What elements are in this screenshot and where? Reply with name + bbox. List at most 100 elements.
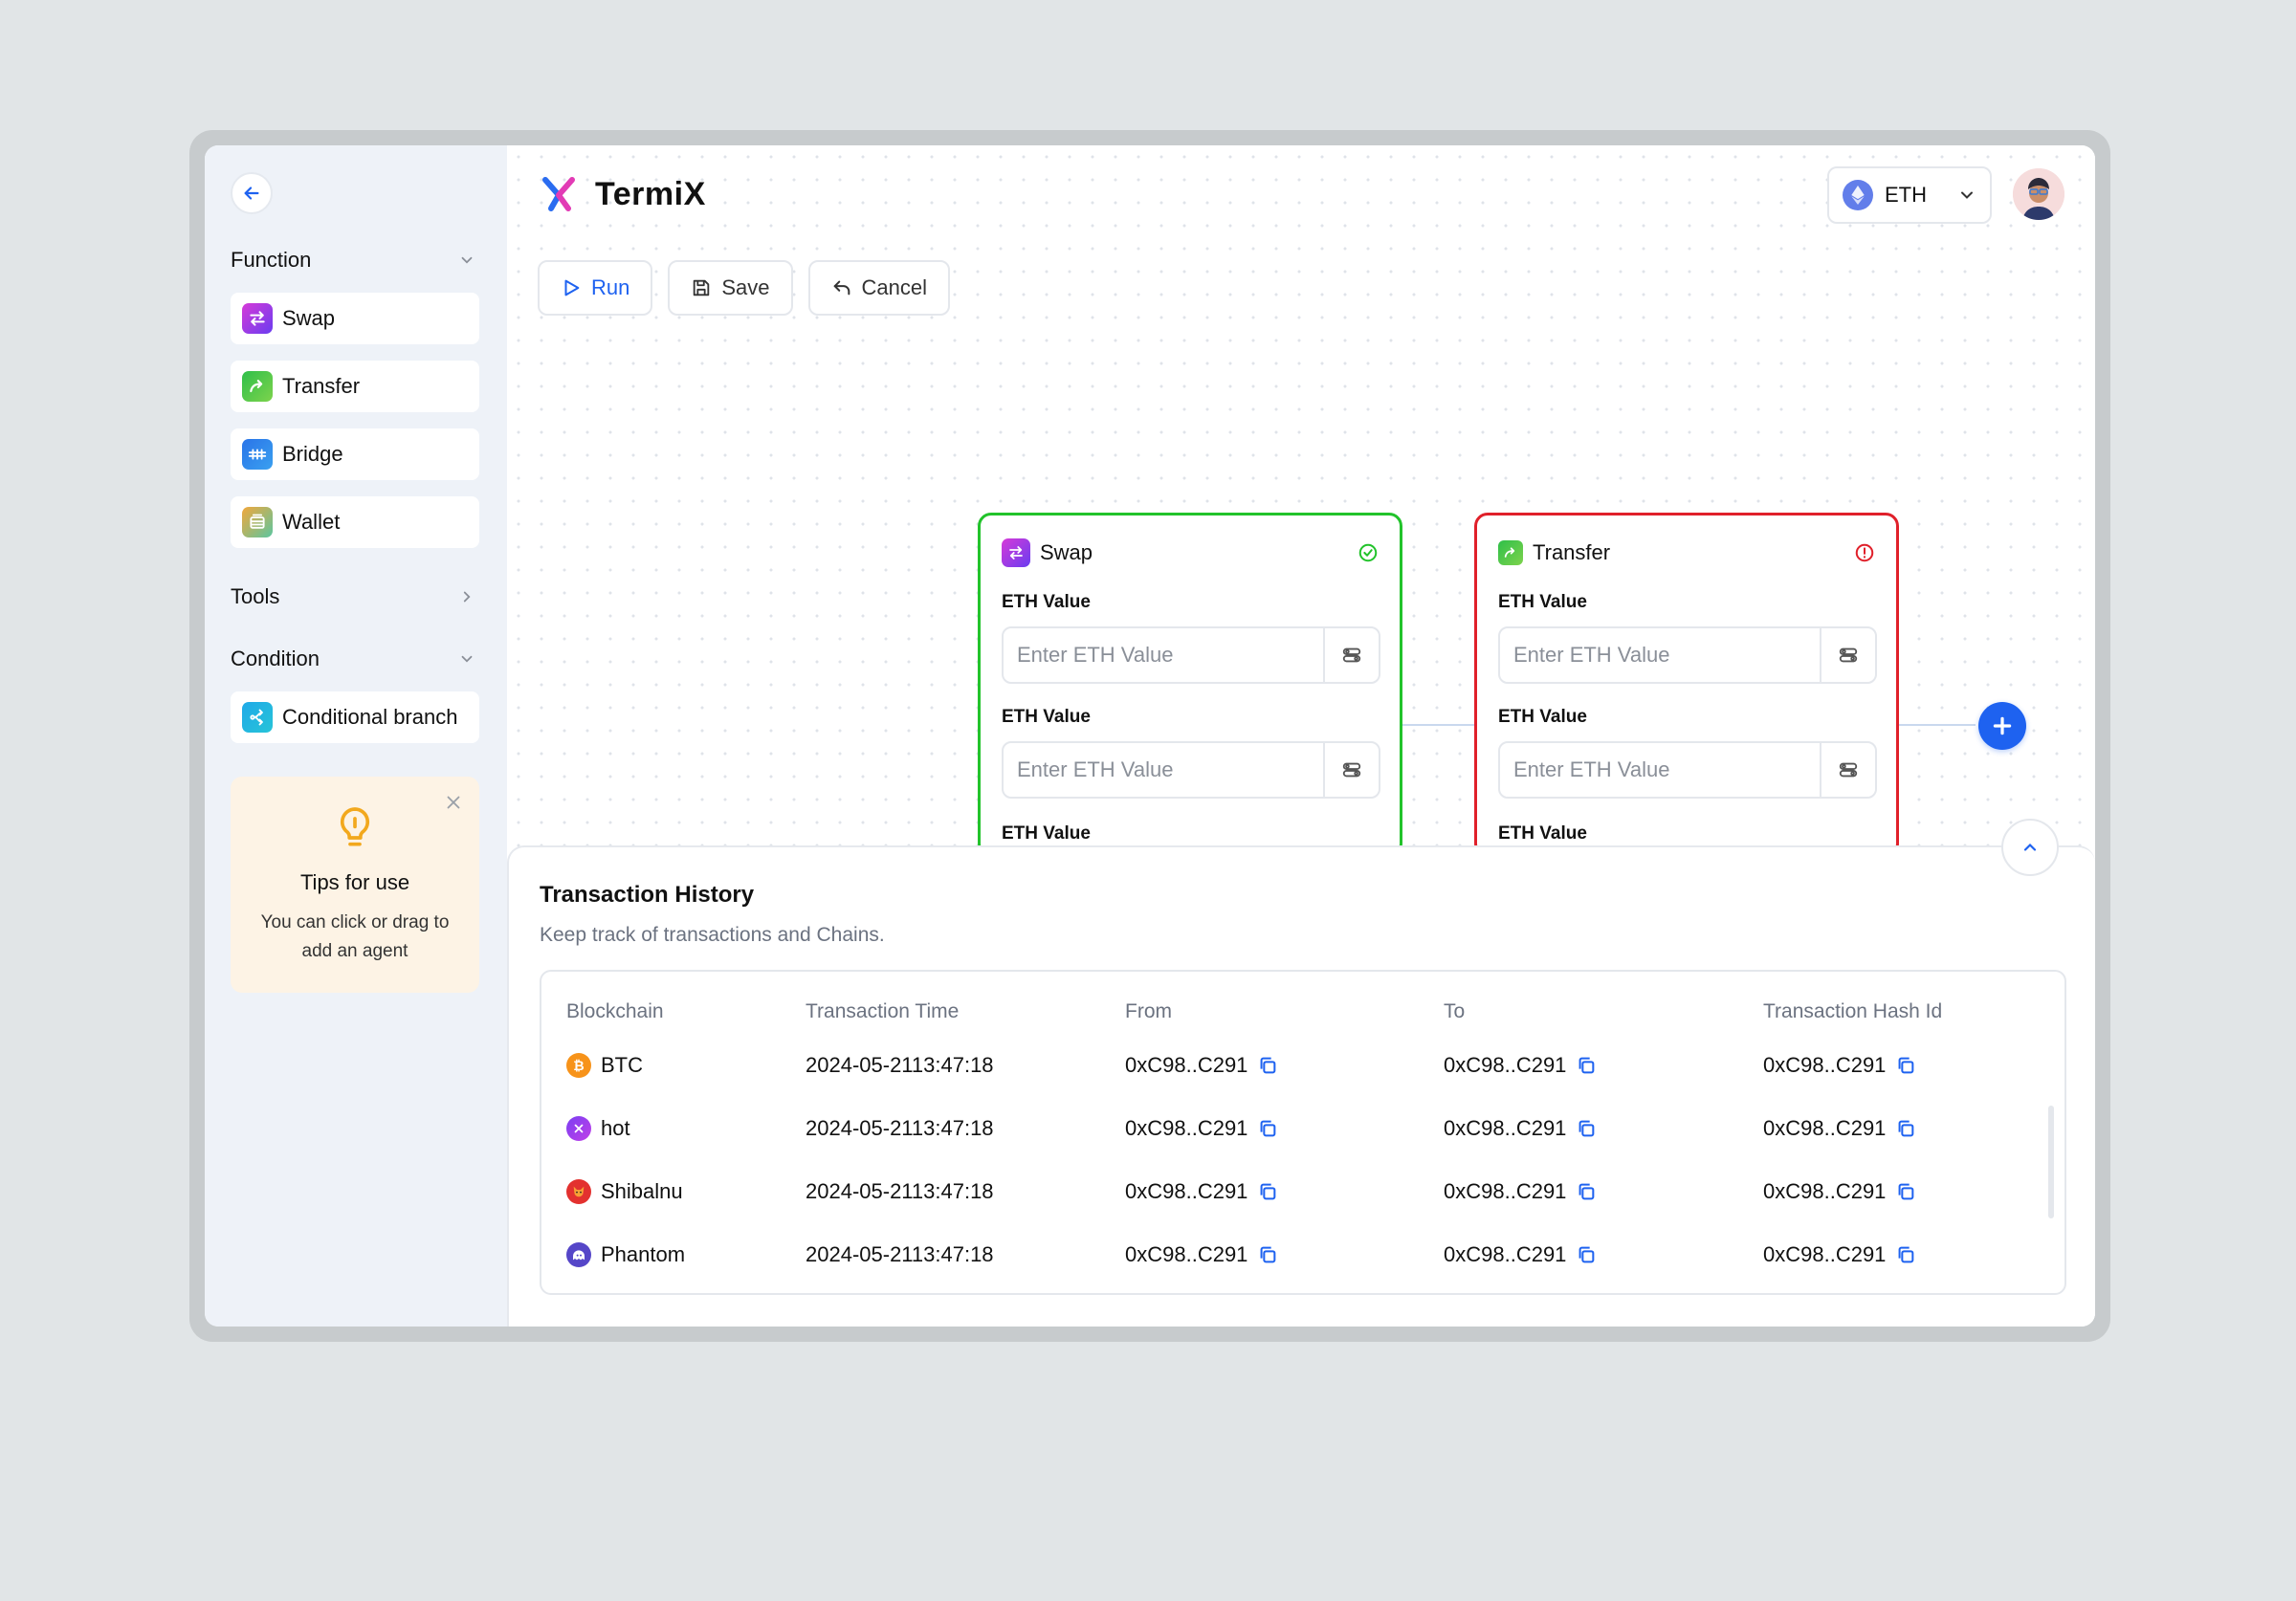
chevron-down-icon bbox=[454, 647, 479, 671]
to-address: 0xC98..C291 bbox=[1444, 1179, 1567, 1203]
transaction-table: Blockchain Transaction Time From To Tran… bbox=[540, 970, 2066, 1295]
variable-picker-button[interactable] bbox=[1323, 628, 1379, 682]
copy-icon[interactable] bbox=[1257, 1244, 1278, 1265]
sidebar: Function Swap Transfer Bridge Wallet Too… bbox=[205, 145, 507, 1327]
cancel-button[interactable]: Cancel bbox=[807, 260, 950, 316]
hot-icon bbox=[566, 1116, 591, 1141]
eth-value-field[interactable] bbox=[1002, 626, 1380, 684]
sidebar-item-swap[interactable]: Swap bbox=[231, 293, 479, 344]
to-cell: 0xC98..C291 bbox=[1444, 1236, 1597, 1274]
sidebar-item-wallet[interactable]: Wallet bbox=[231, 496, 479, 548]
eth-value-input[interactable] bbox=[1004, 628, 1323, 682]
close-icon[interactable] bbox=[443, 792, 464, 813]
swap-icon bbox=[1002, 538, 1030, 567]
to-address: 0xC98..C291 bbox=[1444, 1116, 1567, 1140]
tips-card: Tips for use You can click or drag to ad… bbox=[231, 777, 479, 993]
copy-icon[interactable] bbox=[1576, 1181, 1597, 1202]
sidebar-item-label: Swap bbox=[282, 306, 336, 330]
table-row[interactable]: hot 2024-05-2113:47:18 0xC98..C291 0xC98… bbox=[541, 1109, 2064, 1148]
sidebar-item-label: Conditional branch bbox=[282, 705, 458, 729]
copy-icon[interactable] bbox=[1257, 1118, 1278, 1139]
section-function-title: Function bbox=[231, 248, 312, 272]
lightbulb-icon bbox=[340, 807, 370, 846]
settings-toggle-icon bbox=[1342, 762, 1361, 778]
table-row[interactable]: Shibalnu 2024-05-2113:47:18 0xC98..C291 … bbox=[541, 1173, 2064, 1211]
variable-picker-button[interactable] bbox=[1820, 743, 1875, 797]
copy-icon[interactable] bbox=[1895, 1118, 1916, 1139]
eth-value-input[interactable] bbox=[1004, 743, 1323, 797]
field-label: ETH Value bbox=[1498, 707, 1587, 727]
copy-icon[interactable] bbox=[1576, 1244, 1597, 1265]
copy-icon[interactable] bbox=[1576, 1055, 1597, 1076]
section-tools[interactable]: Tools bbox=[231, 580, 479, 614]
from-cell: 0xC98..C291 bbox=[1125, 1046, 1278, 1085]
from-address: 0xC98..C291 bbox=[1125, 1116, 1248, 1140]
save-button[interactable]: Save bbox=[668, 260, 793, 316]
copy-icon[interactable] bbox=[1895, 1055, 1916, 1076]
sidebar-item-conditional-branch[interactable]: Conditional branch bbox=[231, 691, 479, 743]
sidebar-item-label: Transfer bbox=[282, 374, 361, 398]
variable-picker-button[interactable] bbox=[1323, 743, 1379, 797]
copy-icon[interactable] bbox=[1257, 1181, 1278, 1202]
settings-toggle-icon bbox=[1839, 762, 1858, 778]
add-node-button[interactable] bbox=[1978, 702, 2026, 750]
settings-toggle-icon bbox=[1839, 647, 1858, 663]
section-condition-title: Condition bbox=[231, 647, 320, 670]
back-button[interactable] bbox=[231, 172, 273, 214]
section-tools-title: Tools bbox=[231, 584, 280, 608]
swap-icon bbox=[242, 303, 273, 334]
blockchain-name: Shibalnu bbox=[601, 1179, 683, 1203]
panel-title: Transaction History bbox=[540, 882, 755, 908]
save-icon bbox=[694, 279, 710, 296]
table-scrollbar[interactable] bbox=[2048, 1106, 2054, 1218]
node-transfer[interactable]: Transfer ETH Value ETH Value ETH Value bbox=[1474, 513, 1899, 857]
column-header: Transaction Hash Id bbox=[1763, 1000, 1943, 1022]
eth-value-input[interactable] bbox=[1500, 743, 1820, 797]
transaction-history-panel: Transaction History Keep track of transa… bbox=[507, 819, 2095, 1327]
hash-cell: 0xC98..C291 bbox=[1763, 1236, 1916, 1274]
transaction-hash: 0xC98..C291 bbox=[1763, 1242, 1887, 1266]
node-swap[interactable]: Swap ETH Value ETH Value ETH Value bbox=[978, 513, 1402, 857]
eth-value-input[interactable] bbox=[1500, 628, 1820, 682]
copy-icon[interactable] bbox=[1895, 1181, 1916, 1202]
eth-value-field[interactable] bbox=[1002, 741, 1380, 799]
copy-icon[interactable] bbox=[1576, 1118, 1597, 1139]
table-row[interactable]: ₿ BTC 2024-05-2113:47:18 0xC98..C291 0xC… bbox=[541, 1046, 2064, 1085]
to-address: 0xC98..C291 bbox=[1444, 1242, 1567, 1266]
from-cell: 0xC98..C291 bbox=[1125, 1173, 1278, 1211]
network-select[interactable]: ETH bbox=[1827, 166, 1992, 224]
copy-icon[interactable] bbox=[1895, 1244, 1916, 1265]
panel-subtitle: Keep track of transactions and Chains. bbox=[540, 924, 885, 946]
node-connector bbox=[1402, 724, 1474, 726]
section-condition[interactable]: Condition bbox=[231, 642, 479, 676]
collapse-panel-button[interactable] bbox=[2001, 819, 2059, 876]
save-label: Save bbox=[721, 275, 770, 299]
blockchain-cell: hot bbox=[566, 1109, 630, 1148]
section-function[interactable]: Function bbox=[231, 243, 479, 277]
transfer-icon bbox=[1498, 540, 1523, 565]
blockchain-name: Phantom bbox=[601, 1242, 686, 1266]
check-circle-icon bbox=[1358, 543, 1378, 562]
sidebar-item-transfer[interactable]: Transfer bbox=[231, 361, 479, 412]
app-window: Function Swap Transfer Bridge Wallet Too… bbox=[205, 145, 2095, 1327]
sidebar-item-bridge[interactable]: Bridge bbox=[231, 428, 479, 480]
wallet-icon bbox=[242, 507, 273, 537]
variable-picker-button[interactable] bbox=[1820, 628, 1875, 682]
eth-value-field[interactable] bbox=[1498, 626, 1877, 684]
eth-value-field[interactable] bbox=[1498, 741, 1877, 799]
ethereum-icon bbox=[1843, 180, 1873, 210]
hash-cell: 0xC98..C291 bbox=[1763, 1046, 1916, 1085]
copy-icon[interactable] bbox=[1257, 1055, 1278, 1076]
avatar[interactable] bbox=[2013, 168, 2064, 220]
run-button[interactable]: Run bbox=[538, 260, 653, 316]
node-title: Swap bbox=[1040, 540, 1093, 564]
svg-text:₿: ₿ bbox=[573, 1059, 584, 1073]
transaction-hash: 0xC98..C291 bbox=[1763, 1116, 1887, 1140]
time-cell: 2024-05-2113:47:18 bbox=[806, 1116, 994, 1140]
table-row[interactable]: Phantom 2024-05-2113:47:18 0xC98..C291 0… bbox=[541, 1236, 2064, 1274]
from-cell: 0xC98..C291 bbox=[1125, 1109, 1278, 1148]
to-cell: 0xC98..C291 bbox=[1444, 1046, 1597, 1085]
to-address: 0xC98..C291 bbox=[1444, 1053, 1567, 1077]
undo-icon bbox=[833, 280, 850, 296]
node-header: Transfer bbox=[1498, 537, 1875, 569]
